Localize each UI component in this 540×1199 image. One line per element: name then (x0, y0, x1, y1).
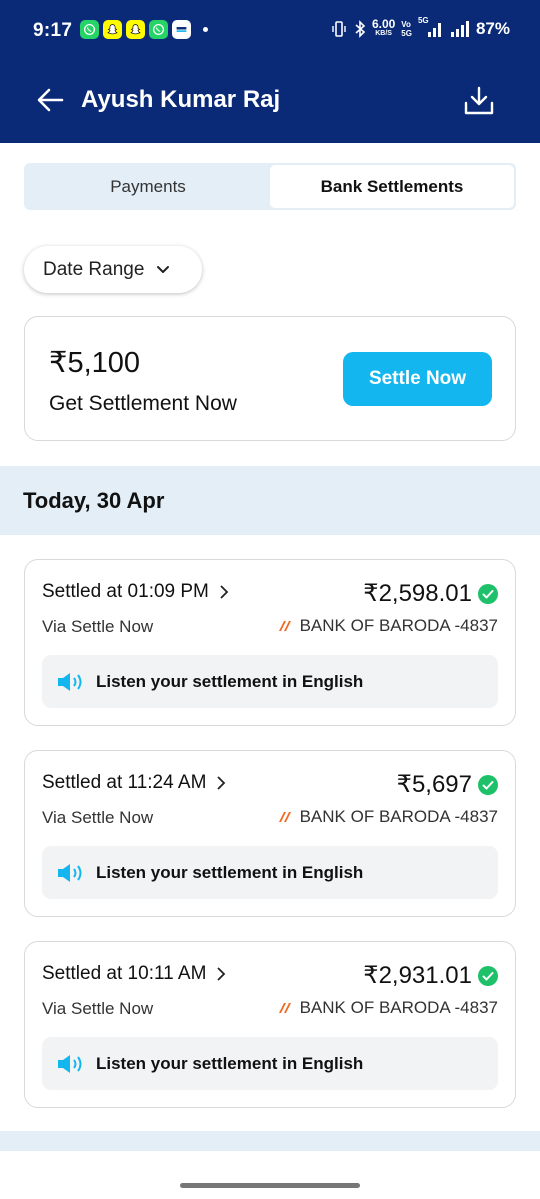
status-time: 9:17 (33, 20, 73, 41)
signal-icon (450, 21, 469, 37)
bank-of-baroda-logo-icon (278, 1003, 291, 1013)
tab-bar: Payments Bank Settlements (24, 163, 516, 210)
settlement-bank: BANK OF BARODA -4837 (278, 998, 498, 1018)
bank-of-baroda-logo-icon (278, 621, 291, 631)
volte-badge: Vo 5G (401, 20, 412, 38)
whatsapp-icon (80, 20, 99, 39)
available-amount: ₹5,100 (49, 347, 141, 379)
settlement-amount: ₹2,598.01 (363, 579, 498, 608)
bluetooth-icon (355, 20, 366, 38)
settlement-via: Via Settle Now (42, 999, 154, 1018)
check-circle-icon (478, 774, 498, 795)
tab-payments[interactable]: Payments (26, 165, 270, 208)
settle-now-button[interactable]: Settle Now (343, 352, 492, 406)
home-indicator[interactable] (180, 1183, 360, 1188)
back-arrow-icon[interactable] (34, 84, 66, 116)
tab-bank-settlements[interactable]: Bank Settlements (270, 165, 514, 208)
date-range-dropdown[interactable]: Date Range (24, 246, 202, 293)
speaker-icon (58, 863, 82, 882)
settlement-via: Via Settle Now (42, 617, 154, 636)
status-bar: 9:17 6.00 KB/S Vo 5G 5G 87% (0, 0, 540, 62)
download-icon[interactable] (462, 84, 496, 118)
signal-5g-icon: 5G (418, 16, 444, 38)
more-notifications-dot (203, 27, 208, 32)
speaker-icon (58, 672, 82, 691)
chevron-down-icon (157, 265, 170, 273)
listen-settlement-button[interactable]: Listen your settlement in English (42, 1037, 498, 1090)
network-speed: 6.00 KB/S (371, 17, 396, 37)
speaker-icon (58, 1054, 82, 1073)
snapchat-icon (103, 20, 122, 39)
notification-icons (80, 20, 208, 39)
paytm-icon (172, 20, 191, 39)
settlement-time-link[interactable]: Settled at 11:24 AM (42, 772, 226, 794)
section-date-label: Today, 30 Apr (23, 488, 165, 513)
settlement-amount: ₹5,697 (397, 770, 498, 799)
top-bar: 9:17 6.00 KB/S Vo 5G 5G 87% Ayush Kumar … (0, 0, 540, 143)
whatsapp-icon (149, 20, 168, 39)
settlement-bank: BANK OF BARODA -4837 (278, 616, 498, 636)
settlement-via: Via Settle Now (42, 808, 154, 827)
settlement-card: Settled at 01:09 PM ₹2,598.01 Via Settle… (24, 559, 516, 726)
date-range-label: Date Range (43, 258, 145, 280)
listen-settlement-button[interactable]: Listen your settlement in English (42, 846, 498, 899)
chevron-right-icon (217, 776, 226, 790)
page-title: Ayush Kumar Raj (81, 86, 281, 113)
settlement-card: Settled at 11:24 AM ₹5,697 Via Settle No… (24, 750, 516, 917)
check-circle-icon (478, 965, 498, 986)
chevron-right-icon (217, 967, 226, 981)
system-indicators: 6.00 KB/S Vo 5G 5G 87% (330, 16, 510, 39)
settlement-time-link[interactable]: Settled at 10:11 AM (42, 963, 226, 985)
settlement-amount: ₹2,931.01 (363, 961, 498, 990)
bank-of-baroda-logo-icon (278, 812, 291, 822)
snapchat-icon (126, 20, 145, 39)
app-header: Ayush Kumar Raj (0, 62, 540, 143)
list-footer-band (0, 1131, 540, 1151)
settlement-bank: BANK OF BARODA -4837 (278, 807, 498, 827)
settle-subtitle: Get Settlement Now (49, 392, 237, 415)
vibrate-icon (332, 21, 346, 37)
date-section-header: Today, 30 Apr (0, 466, 540, 535)
listen-settlement-button[interactable]: Listen your settlement in English (42, 655, 498, 708)
settlement-time-link[interactable]: Settled at 01:09 PM (42, 581, 229, 603)
settlement-card: Settled at 10:11 AM ₹2,931.01 Via Settle… (24, 941, 516, 1108)
check-circle-icon (478, 583, 498, 604)
settle-now-card: ₹5,100 Get Settlement Now Settle Now (24, 316, 516, 441)
chevron-right-icon (220, 585, 229, 599)
battery-percent: 87% (475, 19, 510, 38)
